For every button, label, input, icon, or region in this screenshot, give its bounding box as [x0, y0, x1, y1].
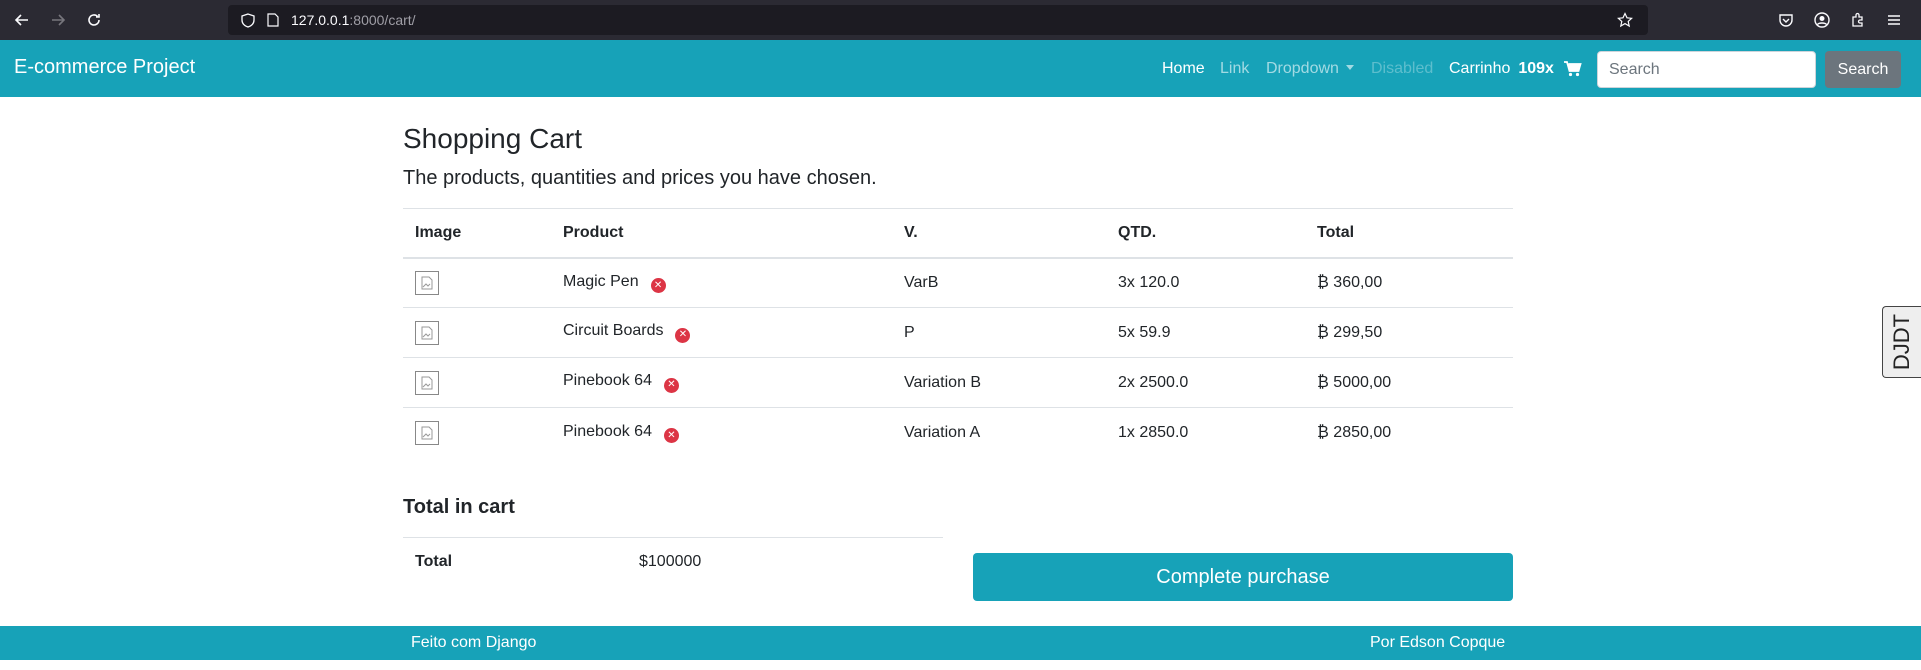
total-cell: ₿ 360,00 [1317, 273, 1383, 291]
summary-total-label: Total [415, 553, 453, 570]
product-link[interactable]: Magic Pen [563, 273, 639, 290]
variation-cell: VarB [904, 273, 939, 291]
summary-total-value: $100000 [639, 553, 702, 570]
image-cell [403, 407, 551, 458]
table-row: Pinebook 64 ✕ Variation A 1x 2850.0 ₿ 285… [403, 407, 1513, 458]
variation-cell: Variation A [892, 407, 1106, 458]
table-row: Pinebook 64 ✕ Variation B 2x 2500.0 ₿ 500… [403, 357, 1513, 408]
product-cell: Circuit Boards ✕ [551, 307, 892, 358]
product-link[interactable]: Circuit Boards [563, 322, 663, 339]
extensions-icon[interactable] [1847, 9, 1869, 31]
product-image[interactable] [415, 270, 439, 295]
column-header-qty: QTD. [1106, 208, 1305, 259]
search-input[interactable] [1597, 51, 1816, 88]
nav-link-home[interactable]: Home [1162, 60, 1205, 78]
page-lead: The products, quantities and prices you … [403, 167, 877, 189]
navbar-brand[interactable]: E-commerce Project [14, 56, 195, 79]
column-header-variation: V. [892, 208, 1106, 259]
caret-down-icon [1345, 65, 1354, 70]
footer-left-text: Feito com Django [411, 634, 537, 651]
product-image[interactable] [415, 370, 439, 395]
qty-cell: 3x 120.0 [1118, 273, 1180, 291]
remove-item-icon[interactable]: ✕ [675, 327, 691, 343]
column-header-total: Total [1305, 208, 1513, 259]
column-header-product: Product [551, 208, 892, 259]
qty-cell: 5x 59.9 [1106, 307, 1305, 358]
table-row: Magic Pen ✕ VarB 3x 120.0 ₿ 360,00 [403, 258, 1513, 308]
forward-icon[interactable] [47, 9, 69, 31]
back-icon[interactable] [11, 9, 33, 31]
summary-title: Total in cart [403, 496, 515, 518]
qty-cell: 1x 2850.0 [1106, 407, 1305, 458]
remove-item-icon[interactable]: ✕ [663, 428, 679, 443]
url-text[interactable]: 127.0.0.1:8000/cart/ [291, 12, 416, 28]
table-row: Circuit Boards ✕ P 5x 59.9 ₿ 299,50 [403, 307, 1513, 358]
search-button[interactable]: Search [1825, 51, 1901, 88]
product-link[interactable]: Pinebook 64 [563, 372, 652, 389]
variation-cell: Variation B [892, 357, 1106, 408]
total-cell: ₿ 5000,00 [1305, 357, 1513, 408]
nav-link-link[interactable]: Link [1220, 60, 1249, 78]
product-image[interactable] [415, 420, 439, 445]
total-cell: ₿ 299,50 [1305, 307, 1513, 358]
pocket-icon[interactable] [1775, 9, 1797, 31]
browser-toolbar: 127.0.0.1:8000/cart/ [0, 0, 1921, 40]
column-header-image: Image [403, 208, 551, 259]
cart-label: Carrinho [1449, 60, 1511, 77]
product-cell: Pinebook 64 ✕ [551, 357, 892, 408]
url-bar[interactable]: 127.0.0.1:8000/cart/ [228, 5, 1648, 35]
image-cell [403, 307, 551, 358]
nav-dropdown-label: Dropdown [1266, 60, 1339, 77]
total-cell: ₿ 2850,00 [1305, 407, 1513, 458]
product-link[interactable]: Pinebook 64 [563, 423, 652, 440]
nav-dropdown-toggle[interactable]: Dropdown [1266, 60, 1354, 78]
nav-link-disabled: Disabled [1371, 60, 1434, 77]
summary-divider [403, 537, 943, 538]
product-image[interactable] [415, 320, 439, 345]
navbar: E-commerce Project Home Link Dropdown Di… [0, 40, 1921, 97]
product-cell: Pinebook 64 ✕ [551, 407, 892, 458]
url-path: :8000/cart/ [349, 12, 416, 28]
cart-count: 109x [1518, 60, 1554, 77]
remove-item-icon[interactable]: ✕ [650, 278, 666, 293]
page-title: Shopping Cart [403, 123, 583, 154]
image-cell [403, 357, 551, 408]
remove-item-icon[interactable]: ✕ [663, 377, 679, 393]
qty-cell: 2x 2500.0 [1106, 357, 1305, 408]
url-host: 127.0.0.1 [291, 12, 350, 28]
variation-cell: P [892, 307, 1106, 358]
reload-icon[interactable] [83, 9, 105, 31]
shopping-cart-icon [1563, 61, 1582, 77]
menu-icon[interactable] [1883, 9, 1905, 31]
footer: Feito com Django Por Edson Copque [0, 626, 1921, 660]
debug-toolbar-handle[interactable]: DJDT [1882, 306, 1921, 378]
table-header-row: Image Product V. QTD. Total [403, 208, 1513, 259]
nav-cart-link[interactable]: Carrinho 109x [1449, 60, 1582, 78]
page-icon [262, 9, 284, 31]
shield-icon[interactable] [237, 9, 259, 31]
bookmark-star-icon[interactable] [1614, 9, 1636, 31]
debug-toolbar-label: DJDT [1889, 313, 1914, 371]
cart-table: Image Product V. QTD. Total Magic Pen ✕ V… [403, 208, 1513, 458]
complete-purchase-button[interactable]: Complete purchase [973, 553, 1513, 601]
account-icon[interactable] [1811, 9, 1833, 31]
image-cell [403, 258, 551, 308]
product-cell: Magic Pen ✕ [551, 258, 892, 308]
footer-right-text: Por Edson Copque [1370, 634, 1506, 651]
